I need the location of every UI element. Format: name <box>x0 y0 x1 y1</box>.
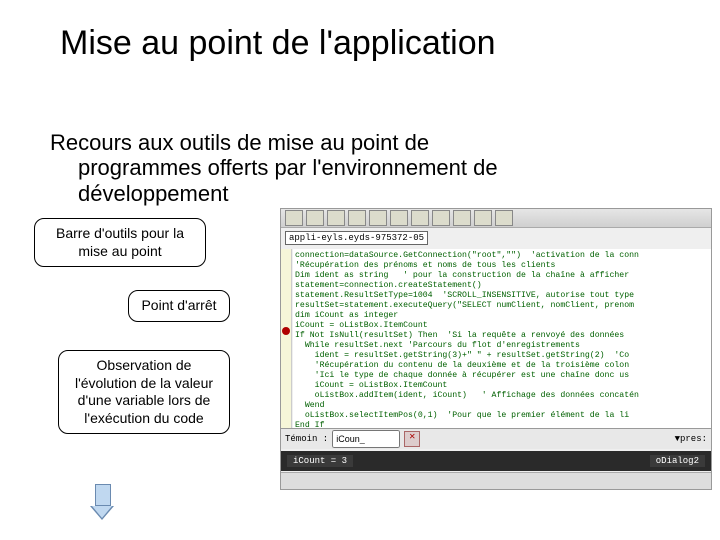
subtitle-l3: développement <box>50 181 228 206</box>
slide-subtitle: Recours aux outils de mise au point de p… <box>50 130 670 206</box>
ide-gutter[interactable] <box>281 249 292 429</box>
callout-watch: Observation de l'évolution de la valeur … <box>58 350 230 434</box>
toolbar-button[interactable] <box>495 210 513 226</box>
slide-title: Mise au point de l'application <box>60 24 496 63</box>
toolbar-button[interactable] <box>348 210 366 226</box>
ide-code-area[interactable]: connection=dataSource.GetConnection("roo… <box>293 249 711 429</box>
callout-breakpoint: Point d'arrêt <box>128 290 230 322</box>
toolbar-button[interactable] <box>369 210 387 226</box>
ide-screenshot: appli-eyls.eyds-975372-05 connection=dat… <box>280 208 712 490</box>
status-watch-value: iCount = 3 <box>287 455 353 467</box>
toolbar-button[interactable] <box>411 210 429 226</box>
toolbar-button[interactable] <box>432 210 450 226</box>
ide-scrollbar[interactable] <box>281 472 711 489</box>
toolbar-button[interactable] <box>327 210 345 226</box>
subtitle-l2: programmes offerts par l'environnement d… <box>50 155 498 180</box>
ide-module-label: appli-eyls.eyds-975372-05 <box>285 231 428 245</box>
watch-after-label: ▼pres: <box>675 434 707 444</box>
subtitle-l1: Recours aux outils de mise au point de <box>50 130 429 155</box>
toolbar-button[interactable] <box>453 210 471 226</box>
ide-toolbar <box>281 209 711 228</box>
down-arrow-icon <box>90 484 114 524</box>
toolbar-button[interactable] <box>306 210 324 226</box>
ide-status-bar: iCount = 3 oDialog2 <box>281 451 711 471</box>
watch-label: Témoin : <box>285 434 328 444</box>
watch-input[interactable] <box>332 430 400 448</box>
toolbar-button[interactable] <box>474 210 492 226</box>
callout-toolbar: Barre d'outils pour la mise au point <box>34 218 206 267</box>
watch-remove-button[interactable]: ✕ <box>404 431 420 447</box>
toolbar-button[interactable] <box>285 210 303 226</box>
status-right-value: oDialog2 <box>650 455 705 467</box>
breakpoint-marker[interactable] <box>282 327 290 335</box>
toolbar-button[interactable] <box>390 210 408 226</box>
ide-watch-bar: Témoin : ✕ ▼pres: <box>281 428 711 449</box>
